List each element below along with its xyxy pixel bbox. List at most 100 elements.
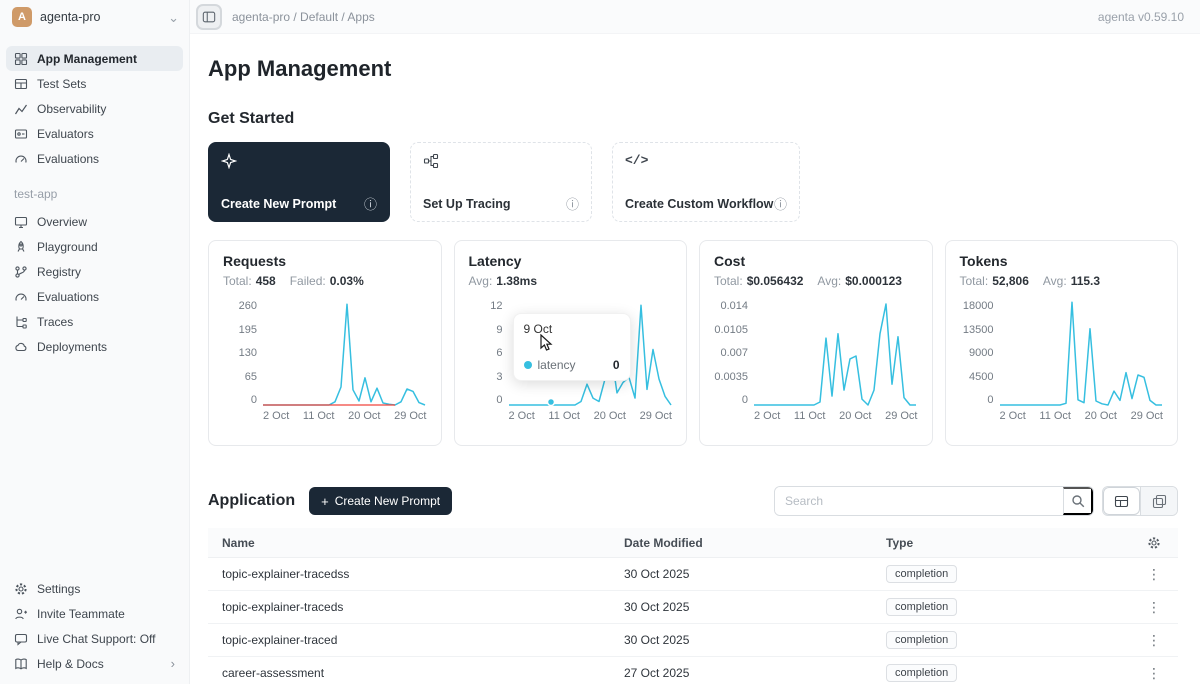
tokens-chart[interactable] — [1000, 300, 1162, 406]
sidebar-item-traces[interactable]: Traces — [6, 309, 183, 334]
card-view-button[interactable] — [1140, 487, 1177, 515]
table-view-button[interactable] — [1103, 487, 1140, 515]
y-axis-labels: 129630 — [469, 300, 503, 406]
row-more-button[interactable]: ⋮ — [1147, 600, 1161, 614]
sidebar-item-label: Evaluators — [37, 127, 94, 141]
stat-value: 115.3 — [1071, 274, 1100, 288]
row-more-button[interactable]: ⋮ — [1147, 567, 1161, 581]
application-header-row: Application + Create New Prompt — [208, 486, 1178, 516]
type-badge: completion — [886, 631, 957, 649]
info-icon[interactable]: ⓘ — [774, 198, 787, 211]
sidebar-item-evaluators[interactable]: Evaluators — [6, 121, 183, 146]
sidebar-item-label: Traces — [37, 315, 73, 329]
x-tick-label: 29 Oct — [1131, 410, 1163, 422]
y-tick-label: 12 — [490, 300, 502, 312]
info-icon[interactable]: ⓘ — [364, 198, 377, 211]
table-header: Name Date Modified Type — [208, 528, 1178, 558]
sidebar-item-app-management[interactable]: App Management — [6, 46, 183, 71]
chat-bubble-icon — [14, 632, 28, 646]
application-toolbar — [774, 486, 1178, 516]
cost-metric-card: Cost Total:$0.056432 Avg:$0.000123 0.014… — [699, 240, 933, 446]
create-new-prompt-button[interactable]: + Create New Prompt — [309, 487, 452, 515]
sidebar-item-invite-teammate[interactable]: Invite Teammate — [6, 601, 183, 626]
app-name: topic-explainer-traced — [208, 633, 610, 647]
search-button[interactable] — [1063, 487, 1093, 515]
requests-chart[interactable] — [263, 300, 425, 406]
sidebar-item-label: Deployments — [37, 340, 107, 354]
set-up-tracing-card[interactable]: Set Up Tracing ⓘ — [410, 142, 592, 222]
row-more-button[interactable]: ⋮ — [1147, 666, 1161, 680]
main-column: agenta-pro / Default / Apps agenta v0.59… — [190, 0, 1200, 684]
create-new-prompt-card[interactable]: Create New Prompt ⓘ — [208, 142, 390, 222]
sidebar-item-evaluations[interactable]: Evaluations — [6, 146, 183, 171]
stat-value: 0.03% — [330, 274, 364, 288]
sidebar-item-evaluations-app[interactable]: Evaluations — [6, 284, 183, 309]
sidebar-item-registry[interactable]: Registry — [6, 259, 183, 284]
sidebar-item-overview[interactable]: Overview — [6, 209, 183, 234]
stat-label: Total: — [960, 274, 989, 288]
table-row[interactable]: career-assessment 27 Oct 2025 completion… — [208, 657, 1178, 684]
chevron-right-icon: › — [171, 656, 175, 671]
y-tick-label: 65 — [245, 371, 257, 383]
x-tick-label: 11 Oct — [303, 410, 335, 422]
stat-label: Avg: — [817, 274, 841, 288]
table-settings-button[interactable] — [1147, 536, 1161, 550]
sidebar-item-observability[interactable]: Observability — [6, 96, 183, 121]
sidebar-item-deployments[interactable]: Deployments — [6, 334, 183, 359]
sidebar-nav-app: Overview Playground Registry Evaluations… — [0, 207, 189, 359]
column-header-date-modified[interactable]: Date Modified — [610, 536, 872, 550]
mouse-cursor-icon — [539, 334, 553, 352]
row-more-button[interactable]: ⋮ — [1147, 633, 1161, 647]
y-tick-label: 0 — [987, 394, 993, 406]
app-name: topic-explainer-tracedss — [208, 567, 610, 581]
gear-icon — [1147, 536, 1161, 550]
sidebar-item-playground[interactable]: Playground — [6, 234, 183, 259]
sidebar-item-label: Overview — [37, 215, 87, 229]
rocket-icon — [14, 240, 28, 254]
create-custom-workflow-card[interactable]: </> Create Custom Workflow ⓘ — [612, 142, 800, 222]
sidebar-item-help-docs[interactable]: Help & Docs › — [6, 651, 183, 676]
metric-title: Requests — [223, 253, 427, 269]
sidebar-item-label: Evaluations — [37, 152, 99, 166]
line-chart-icon — [14, 102, 28, 116]
tracing-icon — [423, 153, 439, 169]
sidebar-item-label: Live Chat Support: Off — [37, 632, 156, 646]
y-tick-label: 195 — [239, 324, 257, 336]
sidebar-item-test-sets[interactable]: Test Sets — [6, 71, 183, 96]
app-date-modified: 30 Oct 2025 — [610, 567, 872, 581]
y-axis-labels: 1800013500900045000 — [960, 300, 994, 406]
column-header-name[interactable]: Name — [208, 536, 610, 550]
metric-title: Tokens — [960, 253, 1164, 269]
table-row[interactable]: topic-explainer-tracedss 30 Oct 2025 com… — [208, 558, 1178, 591]
stat-label: Avg: — [1043, 274, 1067, 288]
workspace-selector[interactable]: A agenta-pro ⌄ — [0, 0, 189, 34]
column-header-type[interactable]: Type — [872, 536, 1130, 550]
tooltip-series-label: latency — [538, 358, 576, 372]
page-title: App Management — [208, 56, 1178, 82]
sidebar-item-settings[interactable]: Settings — [6, 576, 183, 601]
app-date-modified: 30 Oct 2025 — [610, 633, 872, 647]
card-label: Set Up Tracing — [423, 197, 511, 211]
sidebar-item-label: Evaluations — [37, 290, 99, 304]
sidebar: A agenta-pro ⌄ App Management Test Sets … — [0, 0, 190, 684]
app-name: topic-explainer-traceds — [208, 600, 610, 614]
y-tick-label: 0 — [496, 394, 502, 406]
table-row[interactable]: topic-explainer-traced 30 Oct 2025 compl… — [208, 624, 1178, 657]
get-started-cards: Create New Prompt ⓘ Set Up Tracing ⓘ </>… — [208, 142, 1178, 222]
breadcrumb: agenta-pro / Default / Apps — [232, 10, 375, 24]
x-tick-label: 20 Oct — [348, 410, 380, 422]
cost-chart[interactable] — [754, 300, 916, 406]
sidebar-item-live-chat[interactable]: Live Chat Support: Off — [6, 626, 183, 651]
info-icon[interactable]: ⓘ — [566, 198, 579, 211]
search-input[interactable] — [775, 487, 1063, 515]
cloud-icon — [14, 340, 28, 354]
table-icon — [14, 77, 28, 91]
table-row[interactable]: topic-explainer-traceds 30 Oct 2025 comp… — [208, 591, 1178, 624]
sidebar-section-label: test-app — [14, 187, 175, 201]
sidebar-toggle-button[interactable] — [196, 4, 222, 30]
stat-value: 458 — [256, 274, 276, 288]
app-date-modified: 30 Oct 2025 — [610, 600, 872, 614]
metric-stats: Total:458 Failed:0.03% — [223, 274, 427, 288]
x-tick-label: 11 Oct — [794, 410, 826, 422]
gauge-icon — [14, 152, 28, 166]
